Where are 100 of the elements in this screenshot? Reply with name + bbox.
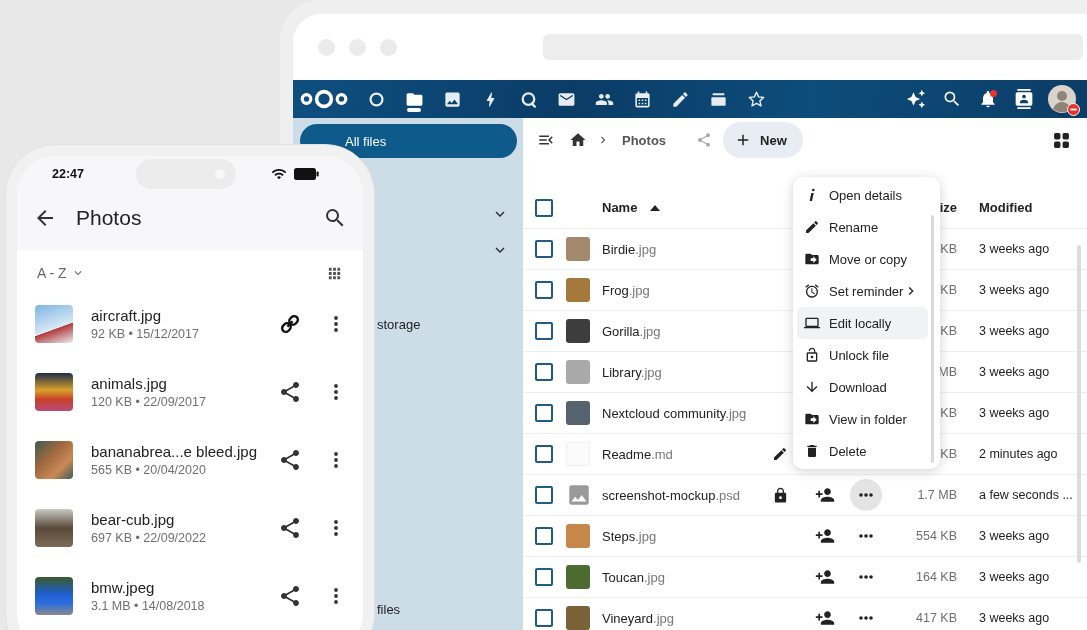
circle-icon[interactable] (366, 89, 386, 109)
sort-button[interactable]: A - Z (37, 265, 85, 281)
download-arrow-icon (804, 379, 820, 395)
file-name[interactable]: Library.jpg (602, 364, 662, 380)
modified-date: 2 minutes ago (979, 447, 1058, 461)
nav-item-button[interactable]: All files (300, 124, 517, 158)
menu-item[interactable]: Set reminder (797, 275, 928, 307)
add-person-icon[interactable] (815, 567, 835, 587)
photo-placeholder (35, 441, 73, 479)
menu-item[interactable]: Download (797, 371, 928, 403)
photo-placeholder (566, 565, 590, 589)
modified-date: 3 weeks ago (979, 570, 1050, 584)
photo-placeholder (35, 373, 73, 411)
menu-item[interactable]: Open details (797, 179, 928, 211)
modified-date: 3 weeks ago (979, 529, 1050, 543)
trash-icon (804, 443, 820, 459)
file-meta: 92 KB • 15/12/2017 (91, 327, 200, 341)
photo-placeholder (566, 606, 590, 630)
logo-icon[interactable] (300, 89, 348, 109)
image-icon (566, 482, 592, 508)
file-meta: 3.1 MB • 14/08/2018 (91, 599, 206, 613)
menu-item[interactable]: View in folder (797, 403, 928, 435)
menu-item[interactable]: Edit locally (797, 307, 928, 339)
bell-icon[interactable] (978, 89, 998, 109)
new-button[interactable]: New (723, 122, 803, 158)
sparkles-icon[interactable] (906, 89, 926, 109)
share-icon[interactable] (278, 584, 302, 608)
file-name[interactable]: Frog.jpg (602, 282, 650, 298)
checkbox[interactable] (535, 445, 553, 463)
checkbox[interactable] (535, 363, 553, 381)
checkbox[interactable] (535, 486, 553, 504)
file-name[interactable]: Steps.jpg (602, 528, 657, 544)
file-size: KB (940, 283, 957, 297)
home-icon[interactable] (569, 131, 587, 149)
column-header[interactable]: ize (939, 200, 957, 215)
wifi-icon (271, 166, 287, 182)
star-icon[interactable] (746, 89, 766, 109)
checkbox[interactable] (535, 527, 553, 545)
add-person-icon[interactable] (815, 485, 835, 505)
file-size: 417 KB (916, 611, 957, 625)
file-name[interactable]: Nextcloud community.jpg (602, 405, 747, 421)
share-icon[interactable] (278, 516, 302, 540)
modified-date: 3 weeks ago (979, 406, 1050, 420)
checkbox[interactable] (535, 198, 553, 217)
calendar-icon[interactable] (632, 89, 652, 109)
modified-date: 3 weeks ago (979, 611, 1050, 625)
share-icon[interactable] (278, 448, 302, 472)
kebab-menu-icon[interactable] (334, 384, 338, 400)
nav-link[interactable]: storage (377, 316, 421, 332)
file-name[interactable]: aircraft.jpg (91, 307, 278, 324)
menu-item[interactable]: Delete (797, 435, 928, 467)
checkbox[interactable] (535, 281, 553, 299)
checkbox[interactable] (535, 568, 553, 586)
menu-item[interactable]: Rename (797, 211, 928, 243)
kebab-menu-icon[interactable] (334, 520, 338, 536)
more-button[interactable] (850, 479, 882, 511)
nav-link[interactable]: files (377, 601, 401, 617)
file-name[interactable]: animals.jpg (91, 375, 278, 392)
photo-placeholder (566, 237, 590, 261)
file-name[interactable]: bear-cub.jpg (91, 511, 278, 528)
file-name[interactable]: bmw.jpeg (91, 579, 278, 596)
file-name[interactable]: Gorilla.jpg (602, 323, 661, 339)
photo-placeholder (566, 401, 590, 425)
kebab-menu-icon[interactable] (334, 452, 338, 468)
dots-icon (859, 575, 873, 579)
modified-date: a few seconds ... (979, 488, 1073, 502)
contacts-card-icon[interactable] (1014, 89, 1034, 109)
breadcrumb-link[interactable]: Photos (622, 132, 667, 148)
search-icon[interactable] (942, 89, 962, 109)
file-size: KB (940, 242, 957, 256)
checkbox[interactable] (535, 404, 553, 422)
column-header-button[interactable]: Name (602, 200, 661, 215)
add-person-icon[interactable] (815, 608, 835, 628)
file-name[interactable]: bananabrea...e bleed.jpg (91, 443, 278, 460)
column-header[interactable]: Modified (979, 200, 1033, 215)
add-person-icon[interactable] (815, 526, 835, 546)
grid-view-icon[interactable] (1053, 131, 1070, 149)
file-name[interactable]: screenshot-mockup.psd (602, 487, 741, 503)
menu-item[interactable]: Unlock file (797, 339, 928, 371)
kebab-menu-icon[interactable] (334, 316, 338, 332)
photo-placeholder (35, 577, 73, 615)
modified-date: 3 weeks ago (979, 365, 1050, 379)
share-icon[interactable] (278, 380, 302, 404)
screen-title: Photos (76, 206, 142, 230)
file-name[interactable]: Birdie.jpg (602, 241, 657, 257)
kebab-menu-icon[interactable] (334, 588, 338, 604)
checkbox[interactable] (535, 240, 553, 258)
link-icon[interactable] (279, 313, 301, 335)
file-name[interactable]: Vineyard.jpg (602, 610, 675, 626)
file-size: 554 KB (916, 529, 957, 543)
file-size: KB (940, 406, 957, 420)
checkbox[interactable] (535, 322, 553, 340)
file-name[interactable]: Toucan.jpg (602, 569, 665, 585)
dots-icon (859, 493, 873, 497)
file-name[interactable]: Readme.md (602, 446, 673, 462)
file-meta: 697 KB • 22/09/2022 (91, 531, 207, 545)
checkbox[interactable] (535, 609, 553, 627)
menu-item[interactable]: Move or copy (797, 243, 928, 275)
folder-arrow-icon (804, 411, 820, 427)
image-icon[interactable] (442, 89, 462, 109)
